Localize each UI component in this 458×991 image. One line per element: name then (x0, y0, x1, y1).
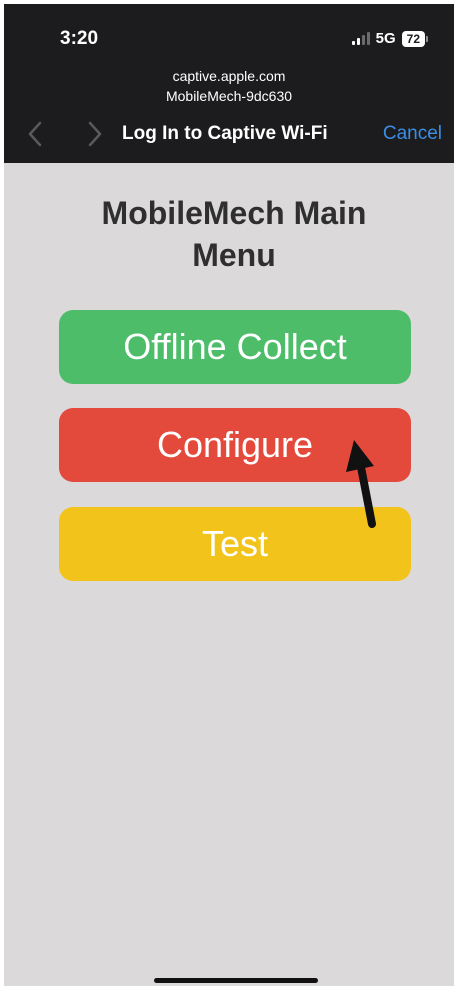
browser-header: 3:20 5G 72 captive.apple.com MobileMech-… (4, 4, 454, 163)
url-host: captive.apple.com (172, 68, 286, 84)
url-network-name: MobileMech-9dc630 (165, 88, 293, 104)
status-indicators: 5G 72 (351, 30, 428, 47)
phone-screen: 3:20 5G 72 captive.apple.com MobileMech-… (4, 4, 454, 986)
signal-icon (351, 32, 370, 45)
offline-collect-button[interactable]: Offline Collect (59, 310, 411, 384)
page-title: Log In to Captive Wi-Fi (122, 123, 328, 144)
forward-chevron-icon[interactable] (88, 120, 102, 148)
battery-level: 72 (401, 30, 425, 47)
pointer-arrow-icon (346, 440, 376, 528)
cancel-button[interactable]: Cancel (383, 123, 442, 145)
back-chevron-icon[interactable] (28, 120, 42, 148)
network-type: 5G (375, 30, 396, 47)
browser-nav: Log In to Captive Wi-Fi Cancel (4, 118, 454, 152)
status-time: 3:20 (60, 28, 99, 49)
battery-icon: 72 (401, 30, 428, 47)
url-display: captive.apple.com MobileMech-9dc630 (4, 66, 454, 106)
main-menu-heading: MobileMech Main Menu (101, 195, 367, 273)
home-indicator[interactable] (154, 978, 318, 983)
